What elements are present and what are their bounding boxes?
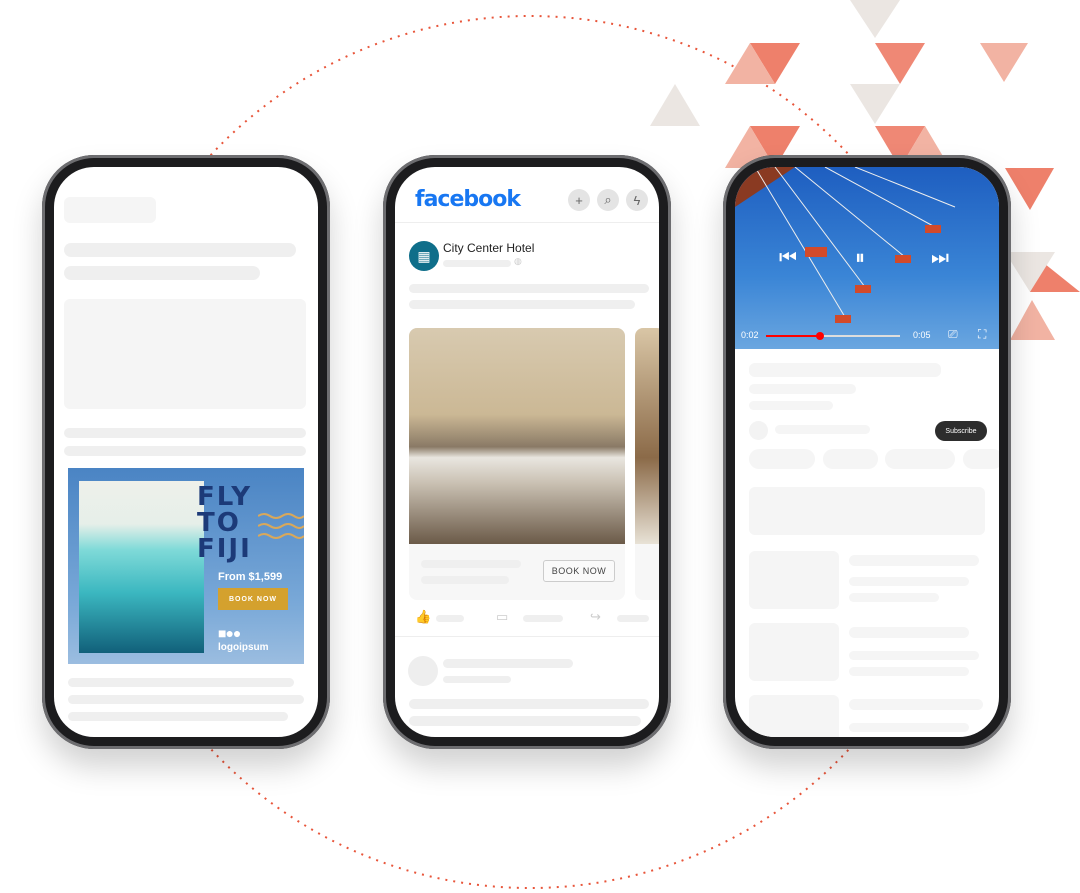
video-thumbnail-placeholder[interactable]	[749, 623, 839, 681]
divider	[395, 636, 659, 637]
ad-book-now-button[interactable]: BOOK NOW	[218, 588, 288, 610]
skeleton-line	[749, 363, 941, 377]
skeleton-line	[68, 712, 288, 721]
progress-track[interactable]	[766, 332, 900, 340]
brand-logo: logoipsum	[218, 642, 269, 653]
skeleton-line	[849, 627, 969, 638]
download-button[interactable]	[885, 449, 955, 469]
pause-icon[interactable]: ⏸	[855, 247, 865, 270]
skeleton-line	[523, 615, 563, 622]
hotel-avatar[interactable]: ▦	[409, 241, 439, 271]
skeleton-line	[849, 651, 979, 660]
skeleton-line	[64, 446, 306, 456]
plus-icon[interactable]: +	[568, 189, 590, 211]
subscribe-button[interactable]: Subscribe	[935, 421, 987, 441]
skeleton-line	[443, 676, 511, 683]
wave-lines-icon	[258, 513, 304, 539]
skeleton-line	[849, 667, 969, 676]
skeleton-line	[749, 401, 833, 410]
skeleton-line	[409, 716, 641, 726]
skeleton-line	[849, 699, 983, 710]
phone-facebook-feed: facebook + ⌕ ϟ ▦ City Center Hotel ◍ BOO…	[383, 155, 671, 749]
skeleton-line	[775, 425, 870, 434]
like-icon[interactable]: 👍	[415, 609, 431, 625]
skeleton-line	[68, 695, 304, 704]
skeleton-line	[68, 678, 294, 687]
skeleton-line	[64, 428, 306, 438]
fullscreen-icon[interactable]: ⛶	[978, 327, 986, 342]
progress-scrubber[interactable]	[815, 332, 824, 340]
book-now-button[interactable]: BOOK NOW	[543, 560, 615, 582]
skeleton-line	[443, 260, 511, 267]
skeleton-line	[849, 723, 969, 732]
skeleton-line	[849, 593, 939, 602]
facebook-logo: facebook	[415, 187, 521, 212]
skeleton-block	[64, 197, 156, 223]
skeleton-line	[849, 555, 979, 566]
carousel-card-next[interactable]	[635, 328, 659, 600]
previous-icon[interactable]: ⏮	[779, 247, 797, 270]
skeleton-line	[749, 384, 856, 394]
phone-display-ad: FLY TO FIJI From $1,599 BOOK NOW ■●● log…	[42, 155, 330, 749]
skeleton-line	[421, 576, 509, 584]
airplay-icon[interactable]: ⎚	[948, 327, 958, 342]
hotel-room-photo	[409, 328, 625, 544]
skeleton-line	[443, 659, 573, 668]
carousel-card[interactable]: BOOK NOW	[409, 328, 625, 600]
messenger-icon[interactable]: ϟ	[626, 189, 648, 211]
skeleton-line	[617, 615, 649, 622]
fiji-display-ad[interactable]: FLY TO FIJI From $1,599 BOOK NOW ■●● log…	[68, 468, 304, 664]
comment-icon[interactable]: ▭	[496, 609, 508, 625]
ad-price: From $1,599	[218, 571, 283, 583]
globe-icon: ◍	[514, 256, 522, 266]
skeleton-block	[749, 487, 985, 535]
current-time: 0:02	[741, 330, 759, 340]
search-icon[interactable]: ⌕	[597, 189, 619, 211]
skeleton-line	[849, 577, 969, 586]
save-button[interactable]	[963, 449, 999, 469]
avatar-placeholder	[408, 656, 438, 686]
share-icon[interactable]: ↪	[590, 609, 601, 625]
skeleton-line	[421, 560, 521, 568]
progress-fill	[766, 335, 820, 337]
phone-screen: FLY TO FIJI From $1,599 BOOK NOW ■●● log…	[54, 167, 318, 737]
duration: 0:05	[913, 330, 931, 340]
phone-screen: facebook + ⌕ ϟ ▦ City Center Hotel ◍ BOO…	[395, 167, 659, 737]
share-button[interactable]	[823, 449, 878, 469]
skeleton-line	[409, 284, 649, 293]
channel-avatar[interactable]	[749, 421, 768, 440]
post-page-name[interactable]: City Center Hotel	[443, 241, 534, 255]
swing-ride-image	[735, 167, 956, 323]
skeleton-line	[64, 266, 260, 280]
skeleton-line	[409, 300, 635, 309]
video-thumbnail-placeholder[interactable]	[749, 695, 839, 737]
skeleton-line	[64, 243, 296, 257]
ad-headline: FLY TO FIJI	[197, 482, 253, 564]
phone-screen: ⏮ ⏸ ⏭ 0:02 0:05 ⎚ ⛶ Subscribe	[735, 167, 999, 737]
next-icon[interactable]: ⏭	[931, 247, 949, 270]
skeleton-line	[436, 615, 464, 622]
brand-logo-mark: ■●●	[218, 625, 241, 641]
facebook-header: facebook + ⌕ ϟ	[395, 167, 659, 223]
like-dislike-button[interactable]	[749, 449, 815, 469]
skeleton-block	[64, 299, 306, 409]
skeleton-line	[409, 699, 649, 709]
hotel-photo	[635, 328, 659, 544]
video-thumbnail-placeholder[interactable]	[749, 551, 839, 609]
beach-aerial-photo	[79, 481, 204, 653]
phone-video-player: ⏮ ⏸ ⏭ 0:02 0:05 ⎚ ⛶ Subscribe	[723, 155, 1011, 749]
video-player[interactable]: ⏮ ⏸ ⏭ 0:02 0:05 ⎚ ⛶	[735, 167, 999, 349]
